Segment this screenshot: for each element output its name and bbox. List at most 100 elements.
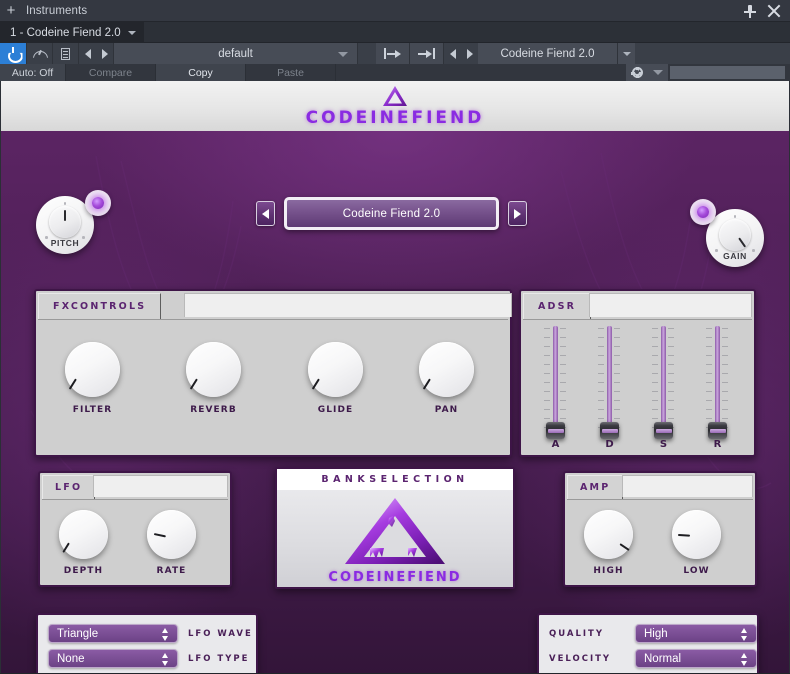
tab-adsr[interactable]: ADSR [523,293,592,319]
gain-knob-label: GAIN [723,251,747,261]
slider-track[interactable] [553,326,558,434]
plugin-prev-button[interactable] [444,43,461,64]
pitch-knob-cap[interactable] [49,206,81,238]
instrument-tab[interactable]: 1 - Codeine Fiend 2.0 [0,22,144,43]
instrument-tab-row: 1 - Codeine Fiend 2.0 [0,22,790,43]
glide-knob-label: GLIDE [317,405,354,415]
amp-tab-row: AMP [567,475,753,499]
slider-handle[interactable] [654,422,673,439]
tab-amp[interactable]: AMP [567,475,624,499]
reverb-knob[interactable]: REVERB [186,342,241,415]
amp-low-knob-face[interactable] [672,510,721,559]
glide-knob[interactable]: GLIDE [308,342,363,415]
amp-high-knob-face[interactable] [584,510,633,559]
stepper-arrows-icon[interactable] [741,628,748,641]
lfo-tab-row: LFO [42,475,228,499]
quality-value: High [644,627,668,640]
quality-label: QUALITY [549,628,604,639]
preset-next-button[interactable] [96,43,113,64]
adsr-body: A D S R [523,319,752,455]
lfo-type-value: None [57,652,85,665]
plugin-next-button[interactable] [461,43,478,64]
velocity-select[interactable]: Normal [635,649,757,668]
settings-menu-button[interactable] [648,64,668,81]
settings-button[interactable] [626,64,648,81]
lfo-depth-knob-face[interactable] [59,510,108,559]
stepper-arrows-icon[interactable] [162,653,169,666]
gain-knob-cap[interactable] [719,219,751,251]
quality-select[interactable]: High [635,624,757,643]
slider-track[interactable] [607,326,612,434]
preset-prev-button[interactable] [79,43,96,64]
stepper-arrows-icon[interactable] [162,628,169,641]
compare-button[interactable]: Compare [66,64,156,81]
amp-high-knob[interactable]: HIGH [584,510,633,576]
preset-prev-arrow-button[interactable] [256,201,275,226]
lfo-depth-knob[interactable]: DEPTH [59,510,108,576]
pitch-knob[interactable]: PITCH [36,190,111,254]
lfo-wave-select[interactable]: Triangle [48,624,178,643]
lfo-type-select[interactable]: None [48,649,178,668]
triangle-logo-icon [382,85,408,107]
pan-knob[interactable]: PAN [419,342,474,415]
document-icon [61,47,70,60]
preset-list-button[interactable] [53,43,79,64]
copy-button[interactable]: Copy [156,64,246,81]
slider-track[interactable] [661,326,666,434]
lfo-rate-knob[interactable]: RATE [147,510,196,576]
preset-next-arrow-button[interactable] [508,201,527,226]
tab-fxcontrols[interactable]: FXCONTROLS [38,293,162,319]
lfo-type-label: LFO TYPE [188,653,250,664]
bank-selection-panel[interactable]: BANKSELECTION CODEINEFIEND [275,467,515,589]
adsr-tab-fill [589,293,752,317]
slider-handle[interactable] [600,422,619,439]
power-button[interactable] [0,43,27,64]
triangle-right-icon [514,208,521,219]
reverb-knob-face[interactable] [186,342,241,397]
chevron-down-icon[interactable] [338,52,348,57]
plus-icon[interactable]: + [0,0,22,22]
filter-knob-face[interactable] [65,342,120,397]
toolbar-spacer [635,43,790,64]
glide-knob-face[interactable] [308,342,363,397]
lfo-rate-knob-pointer [153,533,166,538]
slider-handle[interactable] [708,422,727,439]
gain-knob[interactable]: GAIN [690,199,764,267]
amp-low-knob-label: LOW [683,566,710,576]
jump-end-icon [418,48,435,59]
close-icon[interactable] [767,4,781,18]
amp-high-knob-label: HIGH [593,566,624,576]
lfo-wave-row: Triangle LFO WAVE [48,624,253,643]
preset-name-field[interactable]: Codeine Fiend 2.0 [284,197,499,230]
triangle-logo-icon [345,497,445,564]
filter-knob[interactable]: FILTER [65,342,120,415]
plugin-name-field[interactable]: Codeine Fiend 2.0 [478,43,618,64]
triangle-left-icon [449,48,456,59]
pan-knob-face[interactable] [419,342,474,397]
gain-led-indicator-icon[interactable] [690,199,716,225]
plugin-menu-button[interactable] [618,43,635,64]
chevron-down-icon[interactable] [127,30,136,35]
amp-tab-fill [622,475,753,497]
voice-options-panel: QUALITY High VELOCITY Normal VOICEMODE [537,613,759,673]
power-icon [8,47,19,59]
automation-curve-icon [32,48,47,59]
auto-status-button[interactable]: Auto: Off [0,64,66,81]
adsr-tab-row: ADSR [523,293,752,319]
amp-low-knob[interactable]: LOW [672,510,721,576]
adsr-label-attack: A [551,439,560,450]
paste-button[interactable]: Paste [246,64,336,81]
jump-first-button[interactable] [376,43,410,64]
pitch-led-indicator-icon[interactable] [85,190,111,216]
slider-handle[interactable] [546,422,565,439]
host-preset-field[interactable]: default [113,43,358,64]
pin-icon[interactable] [743,4,757,18]
velocity-label: VELOCITY [549,653,612,664]
tab-lfo[interactable]: LFO [42,475,96,499]
settings-slot[interactable] [670,66,785,79]
jump-last-button[interactable] [410,43,444,64]
automation-button[interactable] [27,43,53,64]
stepper-arrows-icon[interactable] [741,653,748,666]
lfo-rate-knob-face[interactable] [147,510,196,559]
slider-track[interactable] [715,326,720,434]
